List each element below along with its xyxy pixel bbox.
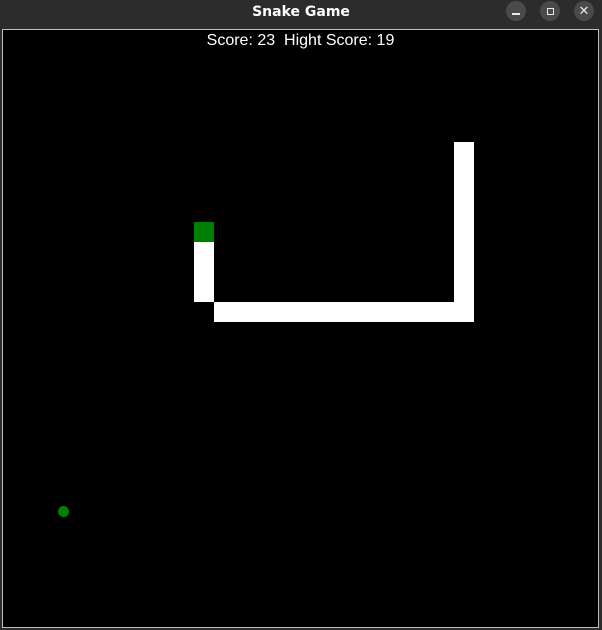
snake-segment (454, 302, 474, 322)
snake-head (194, 222, 214, 242)
app-window: Snake Game ✕ Score: 23 Hight Score: 19 (0, 0, 602, 630)
snake-segment (394, 302, 414, 322)
high-score-label: Hight Score: (284, 32, 373, 49)
snake-segment (234, 302, 254, 322)
snake-segment (354, 302, 374, 322)
snake-segment (454, 262, 474, 282)
snake-segment (414, 302, 434, 322)
title-bar[interactable]: Snake Game ✕ (0, 0, 602, 28)
game-canvas[interactable]: Score: 23 Hight Score: 19 (4, 32, 597, 625)
close-icon: ✕ (578, 3, 590, 19)
minimize-icon (512, 13, 520, 15)
snake-segment (454, 182, 474, 202)
score-label: Score: (206, 32, 253, 49)
snake-segment (454, 162, 474, 182)
close-button[interactable]: ✕ (574, 1, 594, 21)
score-value: 23 (257, 32, 276, 49)
snake-segment (454, 282, 474, 302)
high-score-value: 19 (376, 32, 395, 49)
snake-segment (194, 242, 214, 262)
maximize-button[interactable] (540, 1, 560, 21)
snake-segment (434, 302, 454, 322)
score-display: Score: 23 Hight Score: 19 (4, 32, 597, 52)
snake-segment (194, 282, 214, 302)
snake-segment (214, 302, 234, 322)
snake-segment (274, 302, 294, 322)
snake-segment (454, 142, 474, 162)
snake-segment (374, 302, 394, 322)
snake-segment (254, 302, 274, 322)
snake-segment (454, 202, 474, 222)
snake-segment (314, 302, 334, 322)
maximize-icon (546, 7, 554, 15)
snake-segment (294, 302, 314, 322)
snake-segment (334, 302, 354, 322)
snake-segment (454, 222, 474, 242)
snake-segment (194, 262, 214, 282)
minimize-button[interactable] (506, 1, 526, 21)
snake-segment (454, 242, 474, 262)
food-pellet (58, 506, 69, 517)
